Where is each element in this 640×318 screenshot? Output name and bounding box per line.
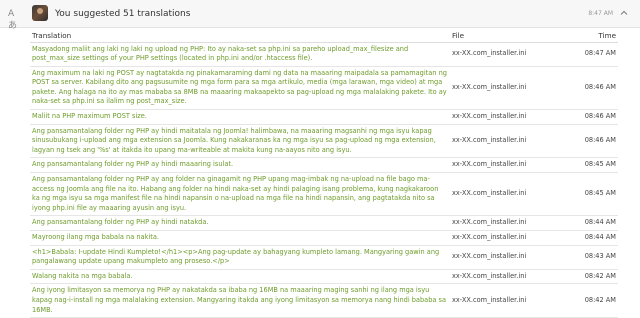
translation-cell[interactable]: Mayroong ilang mga babala na nakita. — [30, 230, 450, 246]
translation-cell[interactable]: Ang iyong limitasyon sa memorya ng PHP a… — [30, 283, 450, 318]
table-row[interactable]: Ang iyong limitasyon sa memorya ng PHP a… — [30, 283, 618, 318]
file-cell: xx-XX.com_installer.ini — [450, 283, 580, 318]
time-cell: 08:47 AM — [580, 42, 618, 67]
activity-summary: You suggested 51 translations — [55, 9, 191, 19]
translations-table: Translation File Time Masyadong maliit a… — [30, 29, 618, 318]
translation-cell[interactable]: Ang pansamantalang folder ng PHP ay hind… — [30, 157, 450, 174]
column-header-translation: Translation — [30, 29, 450, 43]
time-cell: 08:42 AM — [580, 269, 618, 285]
translation-cell[interactable]: Maliit na PHP maximum POST size. — [30, 109, 450, 125]
file-cell: xx-XX.com_installer.ini — [450, 215, 580, 231]
table-row[interactable]: Ang pansamantalang folder ng PHP ay hind… — [30, 124, 618, 159]
translation-cell[interactable]: Ang pansamantalang folder ng PHP ay hind… — [30, 124, 450, 159]
translation-cell[interactable]: Ang pansamantalang folder ng PHP ay hind… — [30, 215, 450, 231]
time-cell: 08:46 AM — [580, 66, 618, 111]
table-row[interactable]: Maliit na PHP maximum POST size. xx-XX.co… — [30, 109, 618, 125]
time-cell: 08:44 AM — [580, 230, 618, 246]
translations-table-container: Translation File Time Masyadong maliit a… — [30, 29, 618, 318]
translation-cell[interactable]: Ang pansamantalang folder ng PHP ay ang … — [30, 172, 450, 217]
translation-cell[interactable]: Walang nakita na mga babala. — [30, 269, 450, 285]
file-cell: xx-XX.com_installer.ini — [450, 230, 580, 246]
file-cell: xx-XX.com_installer.ini — [450, 157, 580, 174]
translation-cell[interactable]: <h1>Babala: I-update Hindi Kumpleto!</h1… — [30, 245, 450, 270]
file-cell: xx-XX.com_installer.ini — [450, 66, 580, 111]
file-cell: xx-XX.com_installer.ini — [450, 124, 580, 159]
file-cell: xx-XX.com_installer.ini — [450, 172, 580, 217]
time-cell: 08:43 AM — [580, 245, 618, 270]
time-cell: 08:46 AM — [580, 109, 618, 125]
chevron-up-icon[interactable] — [619, 8, 629, 18]
time-cell: 08:45 AM — [580, 172, 618, 217]
time-cell: 08:45 AM — [580, 157, 618, 174]
table-row[interactable]: Ang pansamantalang folder ng PHP ay hind… — [30, 215, 618, 231]
activity-time: 8:47 AM — [588, 10, 613, 17]
table-row[interactable]: Ang pansamantalang folder ng PHP ay hind… — [30, 157, 618, 174]
file-cell: xx-XX.com_installer.ini — [450, 245, 580, 270]
table-row[interactable]: Mayroong ilang mga babala na nakita. xx-X… — [30, 230, 618, 246]
table-row[interactable]: Walang nakita na mga babala. xx-XX.com_in… — [30, 269, 618, 285]
table-row[interactable]: Masyadong maliit ang laki ng laki ng upl… — [30, 42, 618, 67]
table-row[interactable]: <h1>Babala: I-update Hindi Kumpleto!</h1… — [30, 245, 618, 270]
time-cell: 08:46 AM — [580, 124, 618, 159]
translate-icon: A あ — [8, 9, 18, 31]
column-header-file: File — [450, 29, 580, 43]
activity-header[interactable]: A あ You suggested 51 translations 8:47 A… — [0, 0, 640, 31]
file-cell: xx-XX.com_installer.ini — [450, 109, 580, 125]
translation-cell[interactable]: Masyadong maliit ang laki ng laki ng upl… — [30, 42, 450, 67]
file-cell: xx-XX.com_installer.ini — [450, 42, 580, 67]
avatar — [32, 5, 48, 21]
table-row[interactable]: Ang pansamantalang folder ng PHP ay ang … — [30, 172, 618, 217]
file-cell: xx-XX.com_installer.ini — [450, 269, 580, 285]
time-cell: 08:44 AM — [580, 215, 618, 231]
time-cell: 08:42 AM — [580, 283, 618, 318]
table-row[interactable]: Ang maximum na laki ng POST ay nagtatakd… — [30, 66, 618, 111]
table-header-row: Translation File Time — [30, 29, 618, 43]
translation-cell[interactable]: Ang maximum na laki ng POST ay nagtatakd… — [30, 66, 450, 111]
column-header-time: Time — [580, 29, 618, 43]
